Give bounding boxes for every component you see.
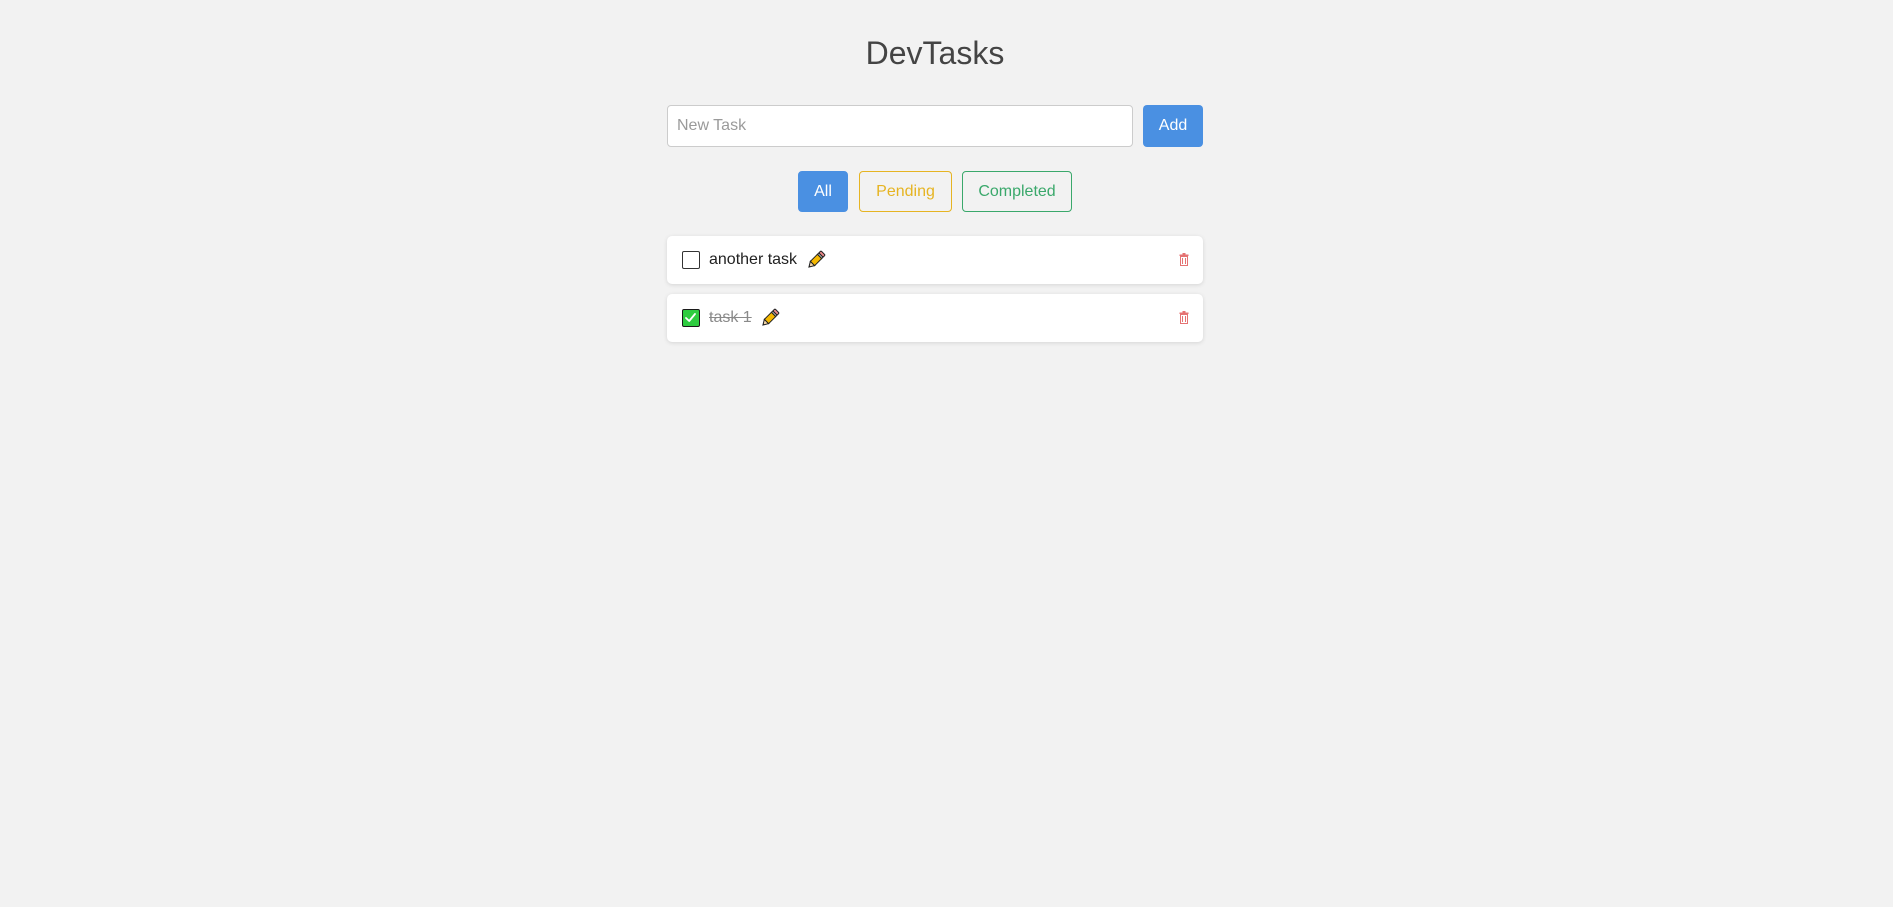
add-task-row: Add: [667, 105, 1203, 147]
add-task-button[interactable]: Add: [1143, 105, 1203, 147]
filter-completed-button[interactable]: Completed: [962, 171, 1072, 212]
task-text: task 1: [709, 309, 752, 326]
task-text: another task: [709, 251, 798, 268]
devtasks-app: DevTasks Add All Pending Completed anoth…: [0, 0, 1893, 907]
page-title: DevTasks: [865, 35, 1005, 71]
pencil-icon[interactable]: [805, 249, 827, 271]
task-checkbox[interactable]: [682, 251, 700, 269]
task-item: another task: [667, 236, 1203, 284]
trash-icon[interactable]: [1179, 253, 1189, 266]
pencil-icon[interactable]: [759, 307, 781, 329]
new-task-input[interactable]: [667, 105, 1133, 147]
task-checkbox-checked[interactable]: [682, 309, 700, 327]
trash-icon[interactable]: [1179, 311, 1189, 324]
filter-all-button[interactable]: All: [798, 171, 848, 212]
check-icon: [685, 313, 696, 322]
task-item: task 1: [667, 294, 1203, 342]
filter-pending-button[interactable]: Pending: [859, 171, 952, 212]
